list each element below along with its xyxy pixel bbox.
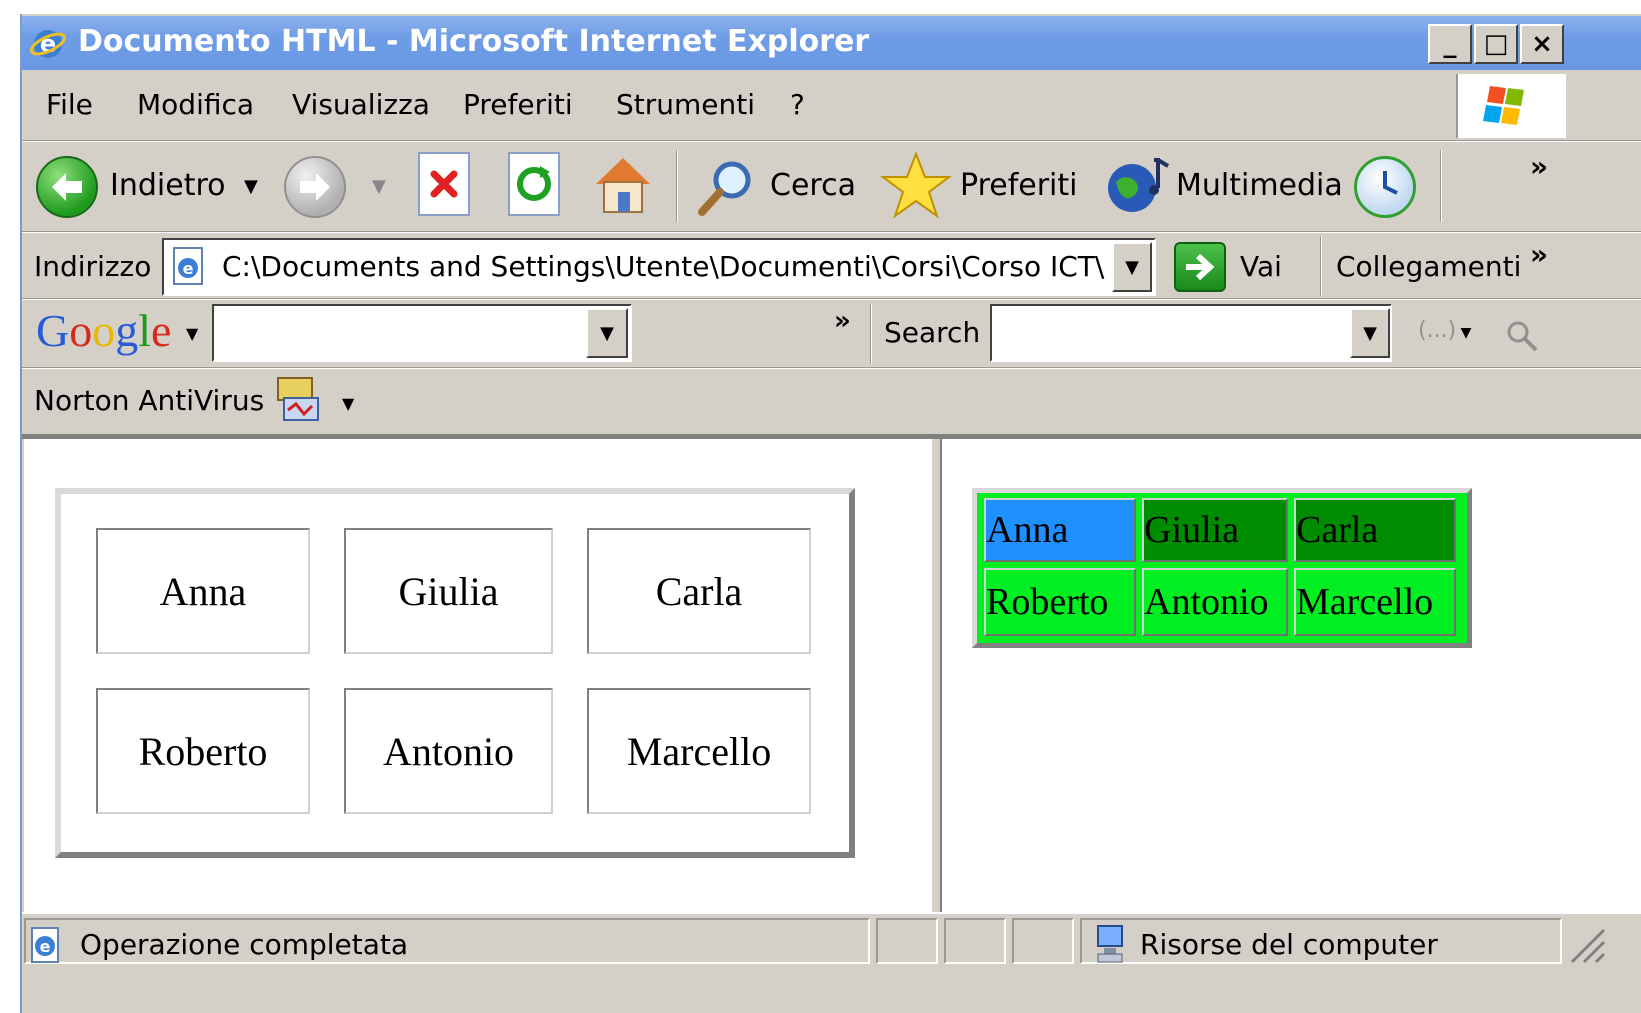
go-button-label[interactable]: Vai <box>1240 250 1282 283</box>
google-logo-letter: g <box>115 305 139 356</box>
close-button[interactable]: × <box>1520 24 1564 64</box>
status-text: Operazione completata <box>80 928 409 961</box>
search-options-button[interactable]: (...) ▼ <box>1418 318 1471 343</box>
maximize-button[interactable]: □ <box>1474 24 1518 64</box>
status-page-icon: e <box>26 926 66 964</box>
table-cell: Marcello <box>1294 568 1456 636</box>
google-logo[interactable]: Google <box>36 304 171 357</box>
chevron-down-icon: ▼ <box>1456 325 1472 341</box>
minimize-button[interactable]: _ <box>1428 24 1472 64</box>
google-logo-letter: o <box>92 305 116 356</box>
table-cell: Giulia <box>344 528 553 654</box>
table-cell: Antonio <box>344 688 553 814</box>
computer-icon <box>1090 922 1130 966</box>
toolbar-separator <box>870 304 872 364</box>
table-cell: Giulia <box>1142 498 1288 562</box>
table-cell: Roberto <box>984 568 1136 636</box>
table-cell-highlighted: Anna <box>984 498 1136 562</box>
go-arrow-icon[interactable] <box>1174 242 1226 292</box>
forward-dropdown-icon[interactable]: ▼ <box>372 176 386 197</box>
links-label[interactable]: Collegamenti <box>1336 250 1521 283</box>
search-toolbar-input[interactable] <box>990 304 1392 362</box>
search-options-label: (...) <box>1418 318 1457 343</box>
windows-logo-icon <box>1456 74 1566 138</box>
menu-modifica[interactable]: Modifica <box>137 88 254 121</box>
menu-file[interactable]: File <box>46 88 93 121</box>
table-cell: Carla <box>1294 498 1456 562</box>
google-menu-dropdown-icon[interactable]: ▼ <box>186 324 198 343</box>
menu-visualizza[interactable]: Visualizza <box>292 88 430 121</box>
status-zone-text: Risorse del computer <box>1140 928 1438 961</box>
history-icon[interactable] <box>1354 156 1416 218</box>
stop-icon[interactable] <box>418 152 470 216</box>
media-button-label[interactable]: Multimedia <box>1176 168 1343 203</box>
menu-strumenti[interactable]: Strumenti <box>616 88 755 121</box>
svg-text:e: e <box>40 937 51 956</box>
address-label: Indirizzo <box>34 250 152 283</box>
links-chevron-icon[interactable]: » <box>1530 238 1548 271</box>
home-icon[interactable] <box>590 150 656 218</box>
table-cell: Carla <box>587 528 811 654</box>
table-cell: Antonio <box>1142 568 1288 636</box>
google-logo-letter: l <box>138 305 152 356</box>
chevron-down-icon: ▼ <box>600 322 614 344</box>
norton-toolbar <box>22 370 1641 434</box>
separator <box>22 298 1641 300</box>
toolbar-separator <box>676 150 678 222</box>
ie-app-icon: e <box>28 25 68 63</box>
media-globe-icon[interactable] <box>1102 154 1172 218</box>
chevron-down-icon: ▼ <box>1125 256 1139 278</box>
google-logo-letter: G <box>36 305 70 356</box>
norton-shield-icon[interactable] <box>276 376 320 424</box>
norton-dropdown-icon[interactable]: ▼ <box>342 394 354 413</box>
menu-bar <box>22 70 1641 140</box>
frame-splitter[interactable] <box>930 439 942 912</box>
close-icon: × <box>1531 29 1553 59</box>
menu-help[interactable]: ? <box>790 88 805 121</box>
google-search-dropdown-button[interactable]: ▼ <box>586 308 628 358</box>
chevron-down-icon: ▼ <box>1363 322 1377 344</box>
back-dropdown-icon[interactable]: ▼ <box>244 176 258 197</box>
refresh-icon[interactable] <box>508 152 560 216</box>
google-logo-letter: e <box>151 305 172 356</box>
search-toolbar-label: Search <box>884 316 981 349</box>
minimize-icon: _ <box>1443 29 1457 59</box>
back-arrow-icon[interactable] <box>36 156 98 218</box>
separator <box>22 231 1641 233</box>
table-cell: Anna <box>96 528 310 654</box>
table-cell: Marcello <box>587 688 811 814</box>
menu-preferiti[interactable]: Preferiti <box>463 88 573 121</box>
google-chevron-icon[interactable]: » <box>834 306 851 336</box>
resize-grip-icon[interactable] <box>1566 920 1606 964</box>
search-button-label[interactable]: Cerca <box>770 168 856 203</box>
separator <box>22 140 1641 142</box>
forward-arrow-icon[interactable] <box>284 156 346 218</box>
google-logo-letter: o <box>69 305 93 356</box>
search-icon[interactable] <box>694 156 758 220</box>
status-pane-empty <box>1012 918 1074 964</box>
norton-label: Norton AntiVirus <box>34 384 265 417</box>
maximize-icon: □ <box>1483 29 1509 59</box>
search-toolbar-dropdown-button[interactable]: ▼ <box>1350 308 1390 358</box>
magnifier-icon[interactable] <box>1502 316 1542 356</box>
address-dropdown-button[interactable]: ▼ <box>1112 242 1152 292</box>
status-pane-empty <box>876 918 938 964</box>
window-title: Documento HTML - Microsoft Internet Expl… <box>78 24 870 59</box>
svg-text:e: e <box>183 259 194 278</box>
status-pane-empty <box>944 918 1006 964</box>
toolbar-separator <box>1320 236 1322 296</box>
separator <box>22 367 1641 369</box>
address-value[interactable]: C:\Documents and Settings\Utente\Documen… <box>222 250 1106 283</box>
table-cell: Roberto <box>96 688 310 814</box>
favorites-button-label[interactable]: Preferiti <box>960 168 1077 203</box>
back-button-label[interactable]: Indietro <box>110 168 226 203</box>
toolbar-separator <box>1440 150 1442 222</box>
page-icon: e <box>170 246 208 286</box>
toolbar-chevron-icon[interactable]: » <box>1530 150 1548 183</box>
favorites-star-icon[interactable] <box>880 150 952 220</box>
google-search-input[interactable] <box>212 304 632 362</box>
